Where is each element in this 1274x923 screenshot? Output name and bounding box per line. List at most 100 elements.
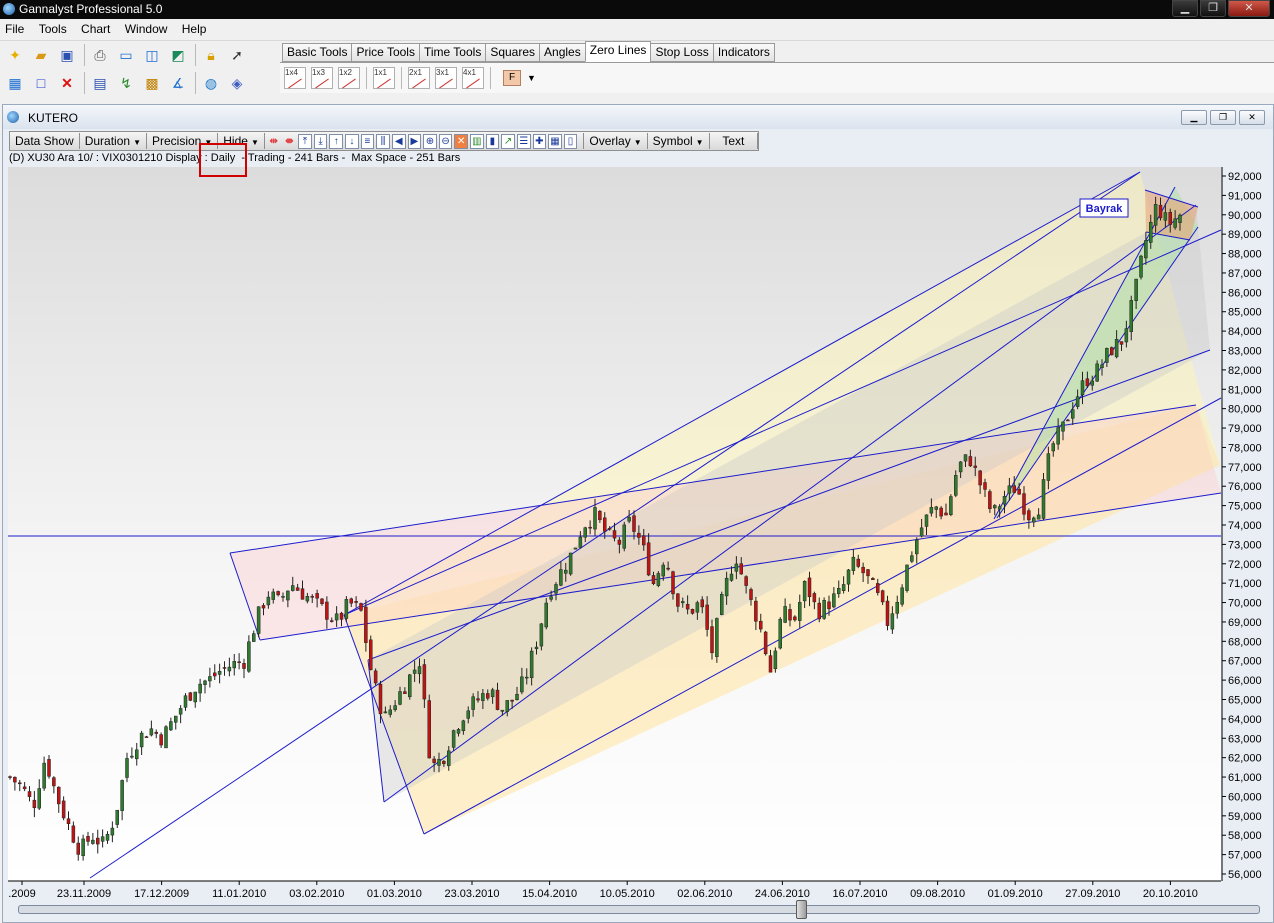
square-icon[interactable]: □ — [30, 72, 52, 94]
symbol-dropdown[interactable]: Symbol ▼ — [648, 133, 710, 149]
menu-file[interactable]: File — [0, 19, 30, 36]
top-arrow-icon[interactable]: ⤒ — [298, 133, 312, 149]
export-icon[interactable]: ◩ — [167, 44, 189, 66]
restore-button[interactable]: ❐ — [1200, 0, 1226, 17]
toolbar-separator — [195, 44, 196, 66]
chevron-down-icon: ▼ — [633, 138, 642, 147]
zero-line-1x1-button[interactable]: 1x1 — [373, 67, 395, 89]
new-icon[interactable]: ✦ — [4, 44, 26, 66]
globe-icon[interactable]: ◍ — [200, 72, 222, 94]
close-button[interactable]: ✕ — [1228, 0, 1270, 17]
info-suffix: - Trading - 241 Bars - Max Space - 251 B… — [241, 152, 461, 164]
precision-label: Precision — [151, 134, 202, 148]
app-icon — [3, 3, 15, 15]
angle-tool-icon[interactable]: ∡ — [167, 72, 189, 94]
document-icon — [7, 111, 19, 123]
film-icon[interactable]: ▤ — [89, 72, 111, 94]
grid-icon[interactable]: ▦ — [4, 72, 26, 94]
minimize-button[interactable]: ▁ — [1172, 0, 1198, 17]
menu-bar: File Tools Chart Window Help — [0, 19, 1274, 41]
split-window-icon[interactable]: ◫ — [141, 44, 163, 66]
zero-line-1x3-button[interactable]: 1x3 — [311, 67, 333, 89]
zoom-out-icon[interactable]: ⊖ — [438, 133, 453, 149]
menu-help[interactable]: Help — [177, 19, 213, 36]
zero-line-4x1-button[interactable]: 4x1 — [462, 67, 484, 89]
timeline-scroll-thumb[interactable] — [796, 900, 807, 919]
table-icon[interactable]: ▦ — [548, 133, 562, 149]
chevron-down-icon: ▼ — [133, 138, 141, 147]
toolbar-separator — [490, 67, 491, 89]
bars-icon[interactable]: ▮ — [485, 133, 500, 149]
info-prefix: (D) XU30 Ara 10/ : VIX0301210 Display : — [9, 152, 208, 164]
chevron-down-icon: ▼ — [695, 138, 704, 147]
toolbar-separator — [84, 44, 85, 66]
chart-document-window: KUTERO ▁ ❐ ✕ Data Show Duration ▼ Precisi… — [2, 104, 1274, 923]
toolbar-separator — [84, 72, 85, 94]
up-arrow-icon[interactable]: ↑ — [329, 133, 343, 149]
lock-icon[interactable]: 🔒︎ — [200, 44, 222, 66]
toolbar-separator — [195, 72, 196, 94]
tab-stop-loss[interactable]: Stop Loss — [650, 43, 714, 62]
columns-icon[interactable]: ⫼ — [376, 133, 390, 149]
zero-line-1x4-button[interactable]: 1x4 — [284, 67, 306, 89]
print-icon[interactable]: ⎙ — [89, 44, 111, 66]
timeline-scrollbar[interactable] — [18, 905, 1260, 914]
tab-indicators[interactable]: Indicators — [712, 43, 775, 62]
tab-zero-lines[interactable]: Zero Lines — [584, 41, 652, 62]
open-folder-icon[interactable]: ▰ — [30, 44, 52, 66]
chevron-down-icon[interactable]: ▼ — [527, 73, 536, 83]
pointer-icon[interactable]: ➚ — [226, 44, 248, 66]
delete-icon[interactable]: ✕ — [56, 72, 78, 94]
f-button[interactable]: F — [503, 70, 521, 86]
list-icon[interactable]: ☰ — [516, 133, 531, 149]
zero-line-3x1-button[interactable]: 3x1 — [435, 67, 457, 89]
doc-restore-button[interactable]: ❐ — [1210, 110, 1236, 125]
chart-arrow-icon[interactable]: ↯ — [115, 72, 137, 94]
tab-squares[interactable]: Squares — [485, 43, 541, 62]
toolbar-separator — [401, 67, 402, 89]
calc-grid-icon[interactable]: ▩ — [141, 72, 163, 94]
chart-toolbar: Data Show Duration ▼ Precision ▼ Hide ▼ ⇹ ⇼… — [9, 131, 759, 151]
candles-icon[interactable]: ▥ — [470, 133, 484, 149]
expand-arrows-icon[interactable]: ⇹ — [267, 134, 281, 149]
lines-icon[interactable]: ≡ — [360, 133, 375, 149]
save-icon[interactable]: ▣ — [56, 44, 78, 66]
period-highlight-box — [199, 143, 247, 177]
document-title: KUTERO — [28, 111, 79, 125]
chevron-down-icon: ▼ — [250, 138, 259, 147]
doc-minimize-button[interactable]: ▁ — [1181, 110, 1207, 125]
menu-chart[interactable]: Chart — [76, 19, 116, 36]
menu-tools[interactable]: Tools — [34, 19, 73, 36]
text-button[interactable]: Text — [710, 133, 759, 149]
tab-basic-tools[interactable]: Basic Tools — [282, 43, 353, 62]
tool-tabs: Basic Tools Price Tools Time Tools Squar… — [280, 41, 1274, 96]
down-arrow-icon[interactable]: ↓ — [345, 133, 359, 149]
scroll-left-icon[interactable]: ◀ — [391, 133, 406, 149]
duration-label: Duration — [84, 134, 131, 148]
candle-style-icon[interactable]: ▯ — [563, 133, 578, 149]
data-show-button[interactable]: Data Show — [10, 133, 80, 149]
title-bar: Gannalyst Professional 5.0 ▁ ❐ ✕ — [0, 0, 1274, 19]
zero-line-2x1-button[interactable]: 2x1 — [408, 67, 430, 89]
scroll-right-icon[interactable]: ▶ — [407, 133, 422, 149]
menu-window[interactable]: Window — [120, 19, 174, 36]
symbol-label: Symbol — [652, 134, 693, 148]
cancel-icon[interactable]: ✕ — [454, 133, 468, 149]
crosshair-icon[interactable]: ✚ — [532, 133, 547, 149]
zero-line-1x2-button[interactable]: 1x2 — [338, 67, 360, 89]
window-controls: ▁ ❐ ✕ — [1172, 0, 1270, 17]
bottom-arrow-icon[interactable]: ⤓ — [313, 133, 328, 149]
doc-close-button[interactable]: ✕ — [1239, 110, 1265, 125]
tab-price-tools[interactable]: Price Tools — [351, 43, 420, 62]
line-chart-icon[interactable]: ↗ — [501, 133, 515, 149]
layers-icon[interactable]: ◈ — [226, 72, 248, 94]
compress-arrows-icon[interactable]: ⇼ — [283, 134, 297, 149]
tab-angles[interactable]: Angles — [539, 43, 586, 62]
window-icon[interactable]: ▭ — [115, 44, 137, 66]
overlay-label: Overlay — [589, 134, 631, 148]
tab-time-tools[interactable]: Time Tools — [418, 43, 487, 62]
overlay-dropdown[interactable]: Overlay ▼ — [583, 133, 648, 149]
zoom-in-icon[interactable]: ⊕ — [423, 133, 437, 149]
duration-dropdown[interactable]: Duration ▼ — [80, 133, 147, 149]
app-title: Gannalyst Professional 5.0 — [19, 2, 163, 16]
